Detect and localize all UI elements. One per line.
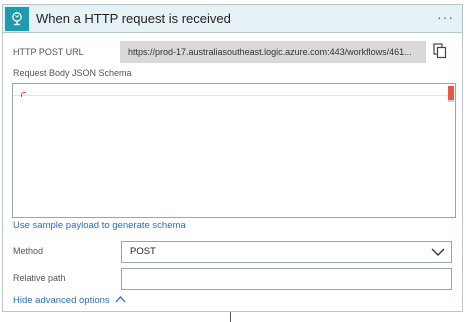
url-field[interactable]: https://prod-17.australiasoutheast.logic… bbox=[120, 41, 426, 63]
http-trigger-icon bbox=[5, 7, 29, 31]
advanced-link-label: Hide advanced options bbox=[13, 295, 110, 306]
trigger-card: When a HTTP request is received ··· HTTP… bbox=[2, 4, 463, 312]
card-header[interactable]: When a HTTP request is received ··· bbox=[3, 5, 462, 33]
chevron-down-icon bbox=[431, 248, 445, 256]
method-value: POST bbox=[130, 246, 156, 257]
sample-payload-link[interactable]: Use sample payload to generate schema bbox=[13, 220, 186, 231]
schema-editor[interactable] bbox=[12, 83, 456, 218]
editor-current-line bbox=[13, 95, 455, 96]
url-label: HTTP POST URL bbox=[13, 47, 84, 57]
schema-label: Request Body JSON Schema bbox=[13, 68, 132, 78]
chevron-up-icon bbox=[115, 296, 126, 303]
editor-scrollbar-marker[interactable] bbox=[448, 86, 454, 100]
editor-scrollbar[interactable] bbox=[448, 100, 454, 102]
method-label: Method bbox=[13, 246, 44, 256]
connector-line bbox=[230, 312, 231, 322]
method-select[interactable]: POST bbox=[121, 241, 452, 263]
card-title: When a HTTP request is received bbox=[36, 11, 231, 26]
relative-path-label: Relative path bbox=[13, 273, 66, 283]
editor-cursor bbox=[21, 92, 26, 97]
hide-advanced-options-link[interactable]: Hide advanced options bbox=[13, 295, 126, 306]
more-options-icon[interactable]: ··· bbox=[437, 9, 454, 25]
copy-icon[interactable] bbox=[433, 43, 447, 59]
relative-path-input[interactable] bbox=[121, 268, 452, 290]
